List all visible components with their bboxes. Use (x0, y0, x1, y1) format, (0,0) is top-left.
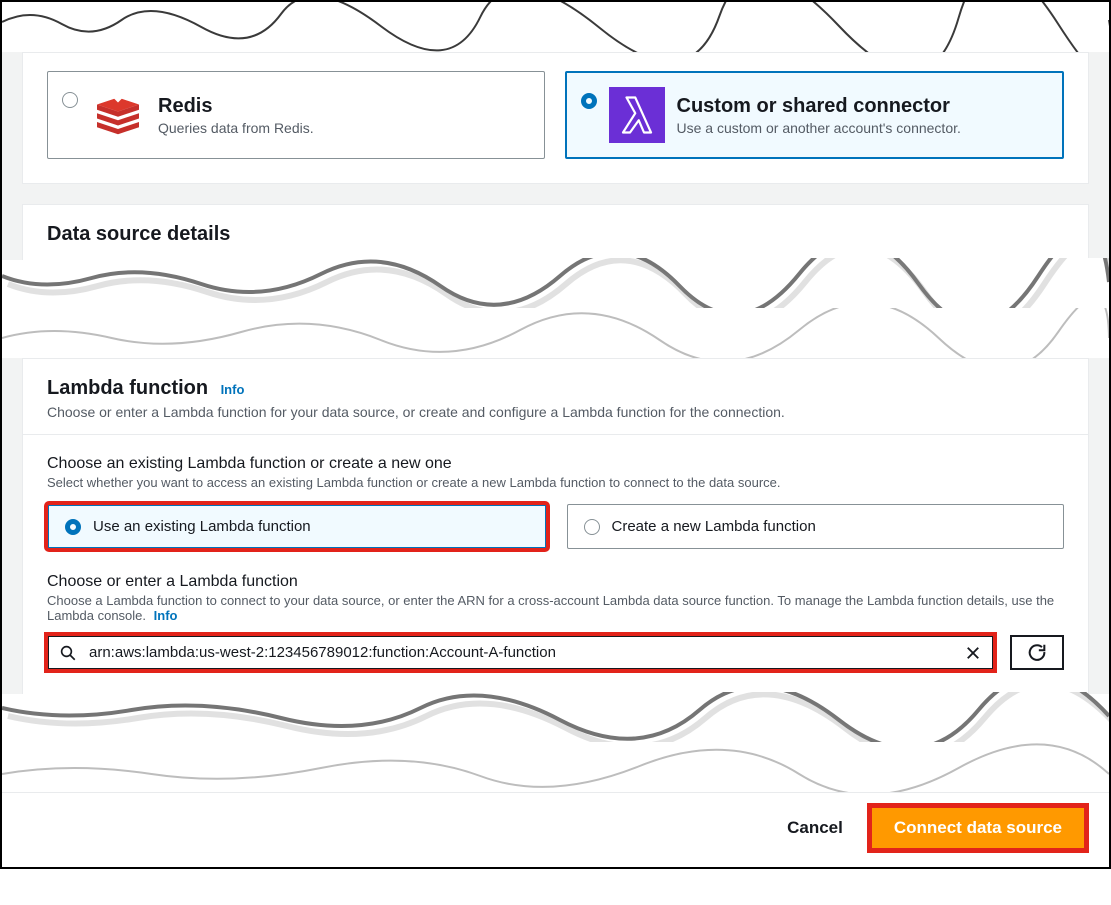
radio-label: Use an existing Lambda function (93, 518, 311, 535)
redis-icon (90, 87, 146, 143)
section-sub-lambda: Choose or enter a Lambda function for yo… (47, 404, 1064, 420)
choose-lambda-title: Choose an existing Lambda function or cr… (47, 455, 1064, 473)
footer-actions: Cancel Connect data source (2, 793, 1109, 867)
radio-label: Create a new Lambda function (612, 518, 816, 535)
refresh-icon (1026, 642, 1048, 664)
clear-icon[interactable] (964, 644, 982, 662)
radio-use-existing[interactable]: Use an existing Lambda function (47, 504, 547, 549)
radio-create-new[interactable]: Create a new Lambda function (567, 504, 1065, 549)
connector-options: Redis Queries data from Redis. Custom or… (23, 71, 1088, 183)
section-heading-details: Data source details (47, 223, 1064, 246)
cancel-button[interactable]: Cancel (783, 808, 847, 848)
info-link[interactable]: Info (154, 608, 178, 623)
section-heading-lambda: Lambda function (47, 377, 208, 399)
connector-tile-redis[interactable]: Redis Queries data from Redis. (47, 71, 545, 159)
torn-edge-top (2, 2, 1109, 52)
search-icon (59, 644, 77, 662)
torn-edge-mid-bottom (2, 258, 1109, 308)
choose-lambda-help: Select whether you want to access an exi… (47, 475, 1064, 490)
lambda-arn-input[interactable] (87, 643, 954, 662)
radio-icon (65, 519, 81, 535)
torn-edge-lambda-top (2, 308, 1109, 358)
torn-edge-footer-top (2, 742, 1109, 792)
radio-icon (581, 93, 597, 109)
info-link[interactable]: Info (221, 382, 245, 397)
connector-title: Redis (158, 94, 528, 118)
radio-icon (62, 92, 78, 108)
lambda-icon (609, 87, 665, 143)
connector-title: Custom or shared connector (677, 94, 1047, 118)
connector-tile-custom[interactable]: Custom or shared connector Use a custom … (565, 71, 1065, 159)
lambda-arn-field[interactable] (47, 635, 994, 670)
connector-desc: Queries data from Redis. (158, 120, 528, 136)
arn-help: Choose a Lambda function to connect to y… (47, 593, 1064, 623)
connector-desc: Use a custom or another account's connec… (677, 120, 1047, 136)
refresh-button[interactable] (1010, 635, 1064, 670)
connect-data-source-button[interactable]: Connect data source (871, 807, 1085, 849)
arn-title: Choose or enter a Lambda function (47, 573, 1064, 591)
torn-edge-lambda-bottom (2, 692, 1109, 742)
radio-icon (584, 519, 600, 535)
